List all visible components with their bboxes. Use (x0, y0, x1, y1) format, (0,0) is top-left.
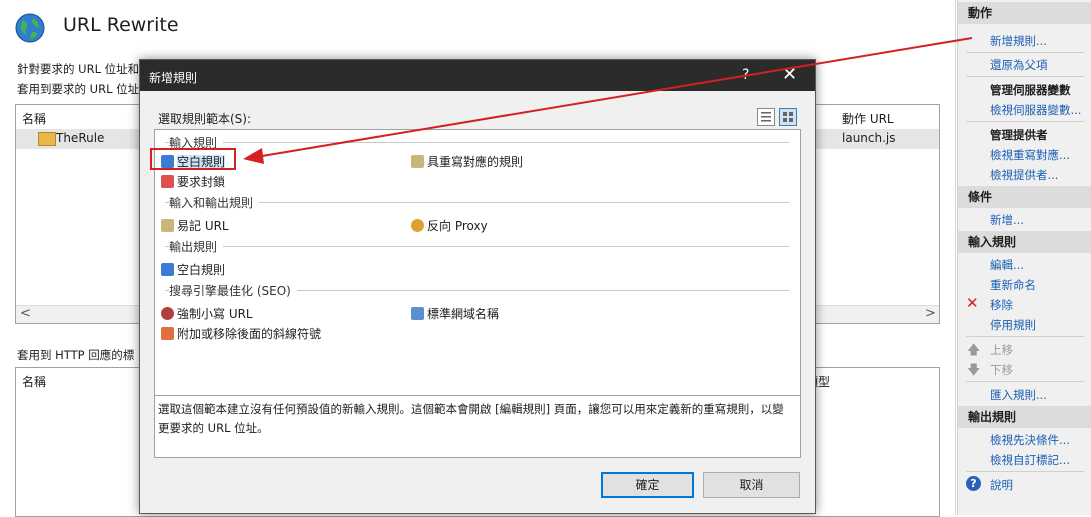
request-blocking-icon (161, 175, 174, 188)
help-link[interactable]: 說明 (990, 477, 1013, 493)
actions-header: 動作 (958, 2, 1091, 24)
rename-link[interactable]: 重新命名 (990, 277, 1036, 293)
template-enforce-lowercase-url[interactable]: 強制小寫 URL (161, 305, 253, 322)
ok-button[interactable]: 確定 (601, 472, 694, 498)
help-icon[interactable]: ? (966, 476, 981, 491)
divider (966, 336, 1084, 337)
canonical-domain-icon (411, 307, 424, 320)
trailing-slash-icon (161, 327, 174, 340)
group-divider (165, 246, 789, 247)
dialog-title: 新增規則 (149, 71, 198, 85)
column-header-action-url[interactable]: 動作 URL (842, 110, 894, 127)
request-blocking-label: 要求封鎖 (177, 175, 226, 189)
user-friendly-url-icon (161, 219, 174, 232)
outbound-rules-header: 輸出規則 (958, 406, 1091, 428)
add-rule-dialog: 新增規則 ? ✕ 選取規則範本(S): 輸入規則 空白規則 具重寫對應的規則 要… (139, 59, 816, 514)
globe-icon (15, 13, 45, 43)
move-up-icon: 🡅 (967, 343, 981, 358)
canonical-domain-label: 標準網域名稱 (427, 307, 500, 321)
move-down-icon: 🡇 (967, 363, 981, 378)
divider (966, 381, 1084, 382)
user-friendly-url-label: 易記 URL (177, 219, 229, 233)
rule-with-map-label: 具重寫對應的規則 (427, 155, 524, 169)
view-providers-link[interactable]: 檢視提供者... (990, 167, 1058, 183)
template-trailing-slash[interactable]: 附加或移除後面的斜線符號 (161, 325, 321, 342)
page-description-2: 套用到要求的 URL 位址 (17, 82, 140, 96)
template-description: 選取這個範本建立沒有任何預設值的新輸入規則。這個範本會開啟 [編輯規則] 頁面，… (158, 402, 784, 435)
add-rule-link[interactable]: 新增規則... (990, 33, 1047, 49)
dialog-titlebar[interactable]: 新增規則 ? ✕ (140, 60, 815, 91)
trailing-slash-label: 附加或移除後面的斜線符號 (177, 327, 322, 341)
move-up-link[interactable]: 上移 (990, 342, 1013, 358)
remove-link[interactable]: 移除 (990, 297, 1013, 313)
view-server-variables-link[interactable]: 檢視伺服器變數... (990, 102, 1081, 118)
tile-view-icon[interactable] (779, 108, 797, 126)
divider (966, 121, 1084, 122)
page-title: URL Rewrite (63, 14, 179, 36)
group-divider (165, 142, 789, 143)
conditions-header: 條件 (958, 186, 1091, 208)
enforce-lowercase-label: 強制小寫 URL (177, 307, 253, 321)
rule-name: TheRule (56, 131, 105, 145)
page-description-1: 針對要求的 URL 位址和 (17, 62, 140, 76)
template-user-friendly-url[interactable]: 易記 URL (161, 217, 229, 234)
actions-panel: 動作 新增規則... 還原為父項 管理伺服器變數 檢視伺服器變數... 管理提供… (957, 0, 1091, 515)
import-rules-link[interactable]: 匯入規則... (990, 387, 1047, 403)
reverse-proxy-icon (411, 219, 424, 232)
divider (966, 471, 1084, 472)
template-outbound-blank-rule[interactable]: 空白規則 (161, 261, 225, 278)
column-header-name[interactable]: 名稱 (22, 110, 46, 127)
cancel-button[interactable]: 取消 (703, 472, 800, 498)
template-label: 選取規則範本(S): (158, 112, 252, 126)
group-outbound-rules: 輸出規則 (169, 238, 224, 255)
divider (966, 52, 1084, 53)
outbound-blank-rule-icon (161, 263, 174, 276)
divider (966, 76, 1084, 77)
view-preconditions-link[interactable]: 檢視先決條件... (990, 432, 1070, 448)
template-canonical-domain-name[interactable]: 標準網域名稱 (411, 305, 499, 322)
close-icon[interactable]: ✕ (782, 64, 797, 85)
dialog-help-icon[interactable]: ? (742, 67, 749, 83)
rewrite-map-icon (411, 155, 424, 168)
move-down-link[interactable]: 下移 (990, 362, 1013, 378)
template-request-blocking[interactable]: 要求封鎖 (161, 173, 225, 190)
inbound-rules-header: 輸入規則 (958, 231, 1091, 253)
template-description-box: 選取這個範本建立沒有任何預設值的新輸入規則。這個範本會開啟 [編輯規則] 頁面，… (154, 395, 801, 458)
template-rule-with-rewrite-map[interactable]: 具重寫對應的規則 (411, 153, 523, 170)
group-inbound-outbound-rules: 輸入和輸出規則 (169, 194, 260, 211)
edit-link[interactable]: 編輯... (990, 257, 1024, 273)
template-reverse-proxy[interactable]: 反向 Proxy (411, 217, 488, 234)
http-section-label: 套用到 HTTP 回應的標 (17, 348, 135, 362)
view-custom-tags-link[interactable]: 檢視自訂標記... (990, 452, 1070, 468)
list-view-icon[interactable] (757, 108, 775, 126)
group-seo: 搜尋引擎最佳化 (SEO) (169, 282, 297, 299)
reverse-proxy-label: 反向 Proxy (427, 219, 488, 233)
highlight-box (150, 148, 236, 170)
scroll-right-icon[interactable]: > (925, 306, 936, 321)
template-list[interactable]: 輸入規則 空白規則 具重寫對應的規則 要求封鎖 輸入和輸出規則 易記 URL 反… (154, 129, 801, 397)
disable-rule-link[interactable]: 停用規則 (990, 317, 1036, 333)
view-rewrite-maps-link[interactable]: 檢視重寫對應... (990, 147, 1070, 163)
rule-action-url: launch.js (842, 131, 896, 145)
remove-icon[interactable]: ✕ (966, 294, 979, 312)
column-header-name-2[interactable]: 名稱 (22, 373, 46, 390)
manage-server-variables-label: 管理伺服器變數 (990, 83, 1071, 97)
enforce-lowercase-icon (161, 307, 174, 320)
outbound-blank-rule-label: 空白規則 (177, 263, 226, 277)
folder-icon (38, 132, 56, 146)
conditions-add-link[interactable]: 新增... (990, 212, 1024, 228)
revert-to-parent-link[interactable]: 還原為父項 (990, 57, 1048, 73)
scroll-left-icon[interactable]: < (20, 306, 31, 321)
manage-providers-label: 管理提供者 (990, 128, 1048, 142)
